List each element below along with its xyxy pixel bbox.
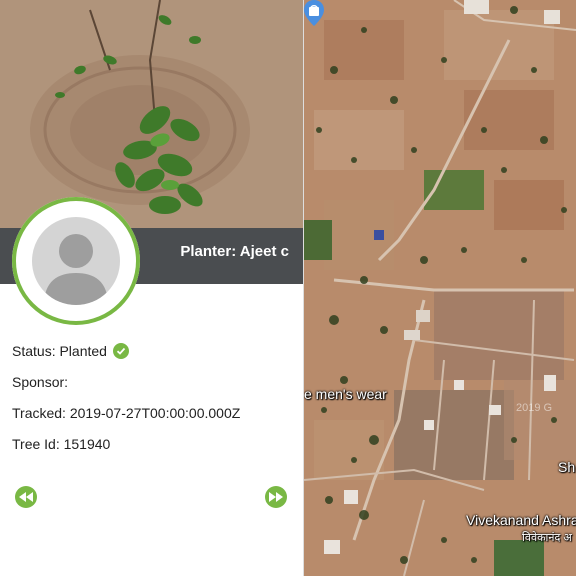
shopping-bag-pin-icon[interactable] bbox=[304, 0, 324, 26]
tree-photo[interactable] bbox=[0, 0, 303, 228]
previous-tree-button[interactable] bbox=[15, 486, 37, 508]
planter-name: Planter: Ajeet c bbox=[180, 243, 289, 260]
planter-avatar[interactable] bbox=[12, 197, 140, 325]
tree-info-panel: Planter: Ajeet c Status: Planted Sponsor… bbox=[0, 0, 304, 576]
satellite-map[interactable]: e men's wear 2019 G Sh Vivekanand Ashra … bbox=[304, 0, 576, 576]
map-label-shop[interactable]: e men's wear bbox=[304, 386, 387, 402]
tree-id-text: Tree Id: 151940 bbox=[12, 436, 111, 452]
map-imagery bbox=[304, 0, 576, 576]
map-label-place[interactable]: Vivekanand Ashra bbox=[466, 512, 576, 528]
status-row: Status: Planted bbox=[12, 343, 129, 359]
tracked-text: Tracked: 2019-07-27T00:00:00.000Z bbox=[12, 405, 241, 421]
imagery-year-watermark: 2019 G bbox=[516, 402, 553, 414]
fast-forward-icon bbox=[269, 492, 283, 502]
sponsor-text: Sponsor: bbox=[12, 374, 69, 390]
status-text: Status: Planted bbox=[12, 343, 107, 359]
user-silhouette-icon bbox=[29, 214, 123, 308]
map-label-place-hindi: विवेकानंद अ bbox=[522, 532, 572, 544]
rewind-icon bbox=[19, 492, 33, 502]
map-label-partial[interactable]: Sh bbox=[558, 459, 575, 475]
check-icon bbox=[112, 343, 129, 359]
next-tree-button[interactable] bbox=[265, 486, 287, 508]
